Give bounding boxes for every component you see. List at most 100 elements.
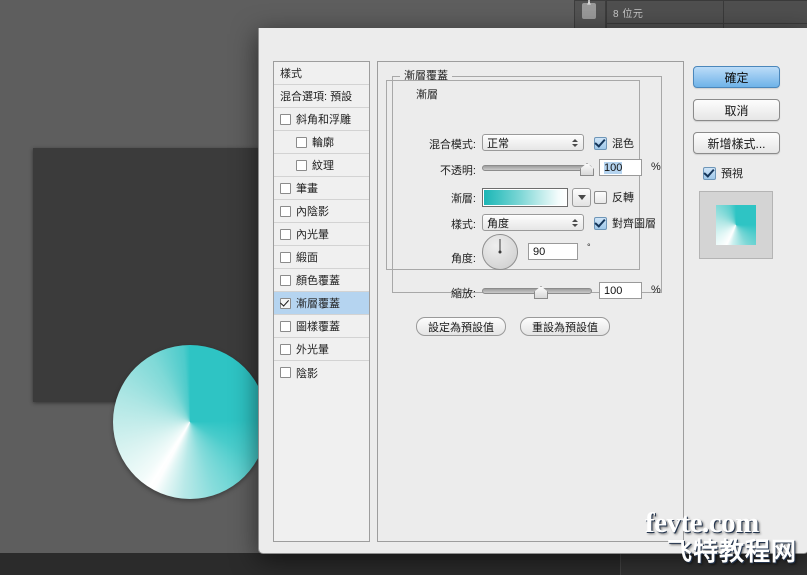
reverse-checkbox-row[interactable]: 反轉 bbox=[594, 189, 634, 205]
style-item-label: 緞面 bbox=[296, 252, 318, 264]
style-preview-swatch bbox=[716, 205, 756, 245]
scale-label: 縮放: bbox=[450, 288, 476, 300]
dither-checkbox-row[interactable]: 混色 bbox=[594, 135, 634, 151]
preview-checkbox[interactable] bbox=[703, 166, 716, 180]
dither-label: 混色 bbox=[612, 138, 634, 150]
checkbox-gradient-overlay[interactable] bbox=[280, 297, 291, 309]
set-default-button[interactable]: 設定為預設值 bbox=[416, 317, 506, 336]
gradient-overlay-panel: 漸層覆蓋 漸層 混合模式: 正常 混色 不透明: 100 % 漸層: 反轉 樣式… bbox=[377, 61, 684, 542]
style-item-label: 外光暈 bbox=[296, 344, 329, 356]
align-layer-checkbox[interactable] bbox=[594, 216, 607, 230]
new-style-button[interactable]: 新增樣式... bbox=[693, 132, 780, 154]
style-item-label: 斜角和浮雕 bbox=[296, 114, 351, 126]
chevron-updown-icon bbox=[572, 218, 578, 227]
cancel-button-label: 取消 bbox=[724, 103, 749, 118]
style-item-label: 內陰影 bbox=[296, 206, 329, 218]
angle-label: 角度: bbox=[450, 253, 476, 265]
dialog-action-column: 確定 取消 新增樣式... 預視 bbox=[693, 66, 793, 259]
styles-header-label: 樣式 bbox=[280, 68, 302, 80]
style-item-outer-glow[interactable]: 外光暈 bbox=[274, 338, 369, 361]
reverse-label: 反轉 bbox=[612, 192, 634, 204]
document-canvas[interactable] bbox=[33, 148, 282, 499]
layer-style-dialog: 樣式 混合選項: 預設 斜角和浮雕 輪廓 紋理 筆畫 內陰影 內光暈 緞面 顏色… bbox=[258, 28, 807, 554]
style-item-label: 陰影 bbox=[296, 367, 318, 380]
preview-label: 預視 bbox=[721, 168, 743, 180]
new-style-button-label: 新增樣式... bbox=[707, 136, 766, 151]
chevron-updown-icon bbox=[572, 138, 578, 147]
scale-unit: % bbox=[651, 284, 661, 296]
blend-mode-label: 混合模式: bbox=[428, 139, 476, 151]
angle-dial-hub bbox=[498, 250, 502, 254]
style-item-drop-shadow[interactable]: 陰影 bbox=[274, 361, 369, 384]
gradient-label: 漸層: bbox=[450, 193, 476, 205]
style-item-texture[interactable]: 紋理 bbox=[274, 154, 369, 177]
style-item-label: 漸層覆蓋 bbox=[296, 298, 340, 310]
ok-button[interactable]: 確定 bbox=[693, 66, 780, 88]
styles-list-header[interactable]: 樣式 bbox=[274, 62, 369, 85]
blend-mode-select[interactable]: 正常 bbox=[482, 134, 584, 151]
style-item-color-overlay[interactable]: 顏色覆蓋 bbox=[274, 269, 369, 292]
scale-value: 100 bbox=[604, 284, 623, 297]
blending-options-item[interactable]: 混合選項: 預設 bbox=[274, 85, 369, 108]
checkbox-bevel-emboss[interactable] bbox=[280, 113, 291, 125]
checkbox-drop-shadow[interactable] bbox=[280, 367, 291, 378]
checkbox-contour[interactable] bbox=[296, 136, 307, 148]
opacity-value: 100 bbox=[604, 161, 623, 174]
set-default-label: 設定為預設值 bbox=[428, 321, 494, 334]
dither-checkbox[interactable] bbox=[594, 136, 607, 150]
checkbox-inner-glow[interactable] bbox=[280, 228, 291, 240]
gradient-swatch[interactable] bbox=[482, 188, 568, 207]
opacity-input[interactable]: 100 bbox=[599, 159, 642, 176]
opacity-slider-track bbox=[482, 165, 592, 171]
checkbox-pattern-overlay[interactable] bbox=[280, 320, 291, 332]
style-item-label: 輪廓 bbox=[312, 137, 334, 149]
scale-input[interactable]: 100 bbox=[599, 282, 642, 299]
angle-unit: ° bbox=[587, 242, 591, 252]
chevron-down-icon bbox=[577, 195, 586, 200]
checkbox-outer-glow[interactable] bbox=[280, 343, 291, 355]
gradient-subgroup-title: 漸層 bbox=[412, 86, 442, 102]
brush-tool-icon[interactable] bbox=[582, 0, 596, 19]
blending-options-label: 混合選項: 預設 bbox=[280, 91, 353, 103]
reset-default-button[interactable]: 重設為預設值 bbox=[520, 317, 610, 336]
reverse-checkbox[interactable] bbox=[594, 190, 607, 204]
style-label: 樣式: bbox=[450, 219, 476, 231]
gradient-style-select[interactable]: 角度 bbox=[482, 214, 584, 231]
opacity-slider[interactable] bbox=[482, 161, 594, 176]
checkbox-satin[interactable] bbox=[280, 251, 291, 263]
angle-input[interactable]: 90 bbox=[528, 243, 578, 260]
gradient-style-value: 角度 bbox=[487, 217, 509, 230]
info-panel-bitdepth: 8 位元 bbox=[606, 0, 724, 24]
cancel-button[interactable]: 取消 bbox=[693, 99, 780, 121]
style-item-pattern-overlay[interactable]: 圖樣覆蓋 bbox=[274, 315, 369, 338]
styles-list[interactable]: 樣式 混合選項: 預設 斜角和浮雕 輪廓 紋理 筆畫 內陰影 內光暈 緞面 顏色… bbox=[273, 61, 370, 542]
gradient-picker-dropdown[interactable] bbox=[572, 188, 591, 207]
ok-button-label: 確定 bbox=[724, 70, 749, 85]
bit-depth-label: 8 位元 bbox=[613, 9, 644, 20]
align-layer-checkbox-row[interactable]: 對齊圖層 bbox=[594, 215, 656, 231]
style-item-inner-shadow[interactable]: 內陰影 bbox=[274, 200, 369, 223]
checkbox-color-overlay[interactable] bbox=[280, 274, 291, 286]
align-layer-label: 對齊圖層 bbox=[612, 218, 656, 230]
checkbox-texture[interactable] bbox=[296, 159, 307, 171]
style-item-inner-glow[interactable]: 內光暈 bbox=[274, 223, 369, 246]
status-bar-right bbox=[620, 553, 807, 575]
preview-checkbox-row[interactable]: 預視 bbox=[703, 165, 793, 181]
style-item-bevel-emboss[interactable]: 斜角和浮雕 bbox=[274, 108, 369, 131]
scale-slider[interactable] bbox=[482, 284, 592, 299]
style-item-gradient-overlay[interactable]: 漸層覆蓋 bbox=[274, 292, 369, 315]
gradient-circle-shape bbox=[113, 345, 267, 499]
style-item-label: 筆畫 bbox=[296, 183, 318, 195]
angle-dial[interactable] bbox=[482, 234, 518, 270]
style-item-label: 圖樣覆蓋 bbox=[296, 321, 340, 333]
reset-default-label: 重設為預設值 bbox=[532, 321, 598, 334]
checkbox-stroke[interactable] bbox=[280, 182, 291, 194]
style-item-label: 紋理 bbox=[312, 160, 334, 172]
style-item-contour[interactable]: 輪廓 bbox=[274, 131, 369, 154]
info-panel-right-top bbox=[723, 0, 807, 24]
style-item-satin[interactable]: 緞面 bbox=[274, 246, 369, 269]
style-item-label: 內光暈 bbox=[296, 229, 329, 241]
checkbox-inner-shadow[interactable] bbox=[280, 205, 291, 217]
style-item-stroke[interactable]: 筆畫 bbox=[274, 177, 369, 200]
angle-value: 90 bbox=[533, 245, 546, 258]
